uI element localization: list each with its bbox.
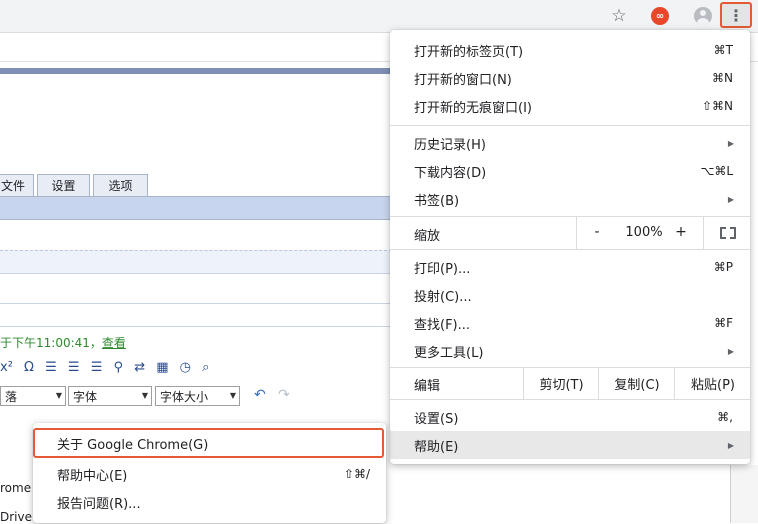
form-row [0, 250, 392, 274]
undo-icon[interactable]: ↶ [254, 387, 266, 403]
replace-icon[interactable]: ⇄ [134, 360, 145, 375]
align-right-icon[interactable]: ☰ [91, 360, 103, 375]
align-center-icon[interactable]: ☰ [68, 360, 80, 375]
menu-item-cast[interactable]: 投射(C)... [390, 281, 750, 309]
page-text: Drive [0, 510, 32, 524]
bookmark-star-icon[interactable]: ☆ [608, 5, 630, 27]
align-left-icon[interactable]: ☰ [45, 360, 57, 375]
extension-icon[interactable]: ∞ [649, 5, 671, 27]
time-icon[interactable]: ◷ [180, 360, 191, 375]
menu-divider [390, 399, 750, 400]
tab-strip [0, 196, 392, 220]
menu-item-report-issue[interactable]: 报告问题(R)... [33, 488, 386, 516]
dropdown-arrow-icon: ▼ [229, 391, 236, 400]
tab-file[interactable]: 文件 [0, 174, 34, 196]
copy-button[interactable]: 复制(C) [598, 367, 675, 399]
menu-item-new-tab[interactable]: 打开新的标签页(T) ⌘T [390, 36, 750, 64]
form-row [0, 303, 392, 327]
chevron-right-icon: ▶ [727, 138, 734, 148]
menu-item-bookmarks[interactable]: 书签(B) ▶ [390, 185, 750, 213]
more-vert-icon[interactable]: ⋮ [720, 2, 752, 28]
help-submenu: 关于 Google Chrome(G) 帮助中心(E) ⇧⌘/ 报告问题(R)..… [33, 423, 386, 523]
menu-divider [390, 125, 750, 126]
menu-item-more-tools[interactable]: 更多工具(L) ▶ [390, 337, 750, 365]
menu-item-downloads[interactable]: 下载内容(D) ⌥⌘L [390, 157, 750, 185]
menu-item-print[interactable]: 打印(P)... ⌘P [390, 253, 750, 281]
autosave-status: 于下午11:00:41，查看 [0, 336, 126, 350]
redo-icon[interactable]: ↷ [278, 387, 290, 403]
tab-options[interactable]: 选项 [93, 174, 148, 196]
view-link[interactable]: 查看 [102, 336, 126, 350]
paragraph-select[interactable]: 落 ▼ [0, 386, 66, 406]
dropdown-arrow-icon: ▼ [141, 391, 148, 400]
chevron-right-icon: ▶ [727, 194, 734, 204]
zoom-out-button[interactable]: - [587, 224, 607, 240]
dropdown-arrow-icon: ▼ [55, 391, 62, 400]
menu-item-new-window[interactable]: 打开新的窗口(N) ⌘N [390, 64, 750, 92]
superscript-icon[interactable]: x² [0, 360, 13, 375]
menu-item-help[interactable]: 帮助(E) ▶ [390, 431, 750, 459]
page-text: rome [0, 481, 32, 495]
tab-settings[interactable]: 设置 [37, 174, 90, 196]
chevron-right-icon: ▶ [727, 440, 734, 450]
zoom-level: 100% [625, 225, 663, 240]
font-size-select[interactable]: 字体大小 ▼ [155, 386, 240, 406]
menu-item-settings[interactable]: 设置(S) ⌘, [390, 403, 750, 431]
page-scrollbar[interactable] [730, 465, 758, 523]
chevron-right-icon: ▶ [727, 346, 734, 356]
paste-button[interactable]: 粘贴(P) [674, 367, 751, 399]
menu-item-help-center[interactable]: 帮助中心(E) ⇧⌘/ [33, 460, 386, 488]
menu-item-find[interactable]: 查找(F)... ⌘F [390, 309, 750, 337]
zoom-controls: - 100% + [576, 217, 751, 249]
menu-item-edit: 编辑 剪切(T) 复制(C) 粘贴(P) [390, 367, 750, 399]
menu-item-about-chrome[interactable]: 关于 Google Chrome(G) [33, 428, 384, 458]
table-icon[interactable]: ▦ [156, 360, 168, 375]
browser-toolbar: ☆ ∞ ⋮ [0, 0, 758, 33]
font-select[interactable]: 字体 ▼ [68, 386, 152, 406]
page-header-bar [0, 68, 392, 74]
menu-item-history[interactable]: 历史记录(H) ▶ [390, 129, 750, 157]
special-char-icon[interactable]: Ω [24, 360, 34, 375]
editor-toolbar: x² Ω ☰ ☰ ☰ ⚲ ⇄ ▦ ◷ ⌕ [0, 360, 260, 382]
chrome-main-menu: 打开新的标签页(T) ⌘T 打开新的窗口(N) ⌘N 打开新的无痕窗口(I) ⇧⌘N … [390, 30, 750, 464]
menu-item-incognito[interactable]: 打开新的无痕窗口(I) ⇧⌘N [390, 92, 750, 120]
find-icon[interactable]: ⚲ [114, 360, 124, 375]
cut-button[interactable]: 剪切(T) [523, 367, 599, 399]
preview-icon[interactable]: ⌕ [202, 360, 209, 375]
zoom-in-button[interactable]: + [671, 224, 691, 240]
profile-avatar-icon[interactable] [692, 5, 714, 27]
fullscreen-icon[interactable] [703, 217, 752, 249]
menu-divider [390, 249, 750, 250]
menu-item-zoom: 缩放 - 100% + [390, 217, 750, 249]
